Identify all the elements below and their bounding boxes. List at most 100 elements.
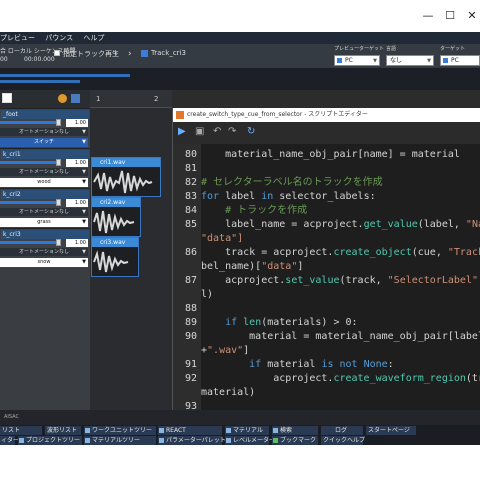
time-ruler: 1 2 <box>90 90 172 108</box>
chevron-down-icon: ▼ <box>82 179 86 185</box>
automation-select[interactable]: オートメーションなし ▼ <box>0 248 88 256</box>
menu-help[interactable]: ヘルプ <box>83 34 104 42</box>
maximize-icon[interactable]: ☐ <box>442 8 458 24</box>
tab-bookmark[interactable]: ブックマーク <box>272 436 318 445</box>
language-select[interactable]: なし ▼ <box>386 55 434 66</box>
track-list-header <box>0 90 90 108</box>
tab-log[interactable]: ログ <box>321 426 363 435</box>
tab-level-meter[interactable]: レベルメーター <box>225 436 275 445</box>
tab-list[interactable]: リスト <box>0 426 42 435</box>
line-number: 87 <box>184 275 197 286</box>
playback-checkbox[interactable] <box>54 50 60 56</box>
track-item[interactable]: k_cri1 1.00 オートメーションなし ▼ wood ▼ <box>0 148 90 188</box>
record-icon[interactable] <box>58 94 67 103</box>
tab-start-page[interactable]: スタートページ <box>366 426 416 435</box>
marker-icon[interactable] <box>71 94 80 103</box>
line-number: 91 <box>184 359 197 370</box>
volume-value[interactable]: 1.00 <box>66 119 88 127</box>
next-track-icon[interactable]: › <box>128 49 132 59</box>
line-number: 83 <box>184 191 197 202</box>
code-line: material = material_name_obj_pair[label_… <box>249 331 480 342</box>
overview-bar <box>0 80 80 83</box>
volume-slider[interactable] <box>0 241 60 244</box>
tab-quick-help[interactable]: クイックヘルプ <box>321 436 365 445</box>
ruler-mark: 1 <box>96 95 101 103</box>
volume-slider[interactable] <box>0 121 60 124</box>
tab-material-tree[interactable]: マテリアルツリー <box>84 436 156 445</box>
script-editor: create_switch_type_cue_from_selector - ス… <box>172 108 480 440</box>
automation-select[interactable]: オートメーションなし ▼ <box>0 128 88 136</box>
volume-knob[interactable] <box>56 159 61 166</box>
waveform-clip[interactable]: cri2.wav <box>91 197 141 237</box>
selector-select[interactable]: snow ▼ <box>0 258 88 267</box>
app-window: — ☐ ✕ プレビュー パウンス ヘルプ 合 ローカル シーケンス時間 00 0… <box>0 0 480 480</box>
volume-knob[interactable] <box>56 199 61 206</box>
track-item[interactable]: k_cri3 1.00 オートメーションなし ▼ snow ▼ <box>0 228 90 268</box>
code-line: "data"] <box>201 233 244 244</box>
tab-parameter-palette[interactable]: パラメーターパレット <box>158 436 226 445</box>
volume-slider[interactable] <box>0 161 60 164</box>
track-item[interactable]: _foot 1.00 オートメーションなし ▼ スイッチ ▼ <box>0 108 90 148</box>
reload-icon[interactable]: ↻ <box>247 126 255 137</box>
chevron-down-icon: ▼ <box>82 169 86 175</box>
run-icon[interactable]: ▶ <box>178 126 186 137</box>
selector-select[interactable]: grass ▼ <box>0 218 88 227</box>
track-name: k_cri2 <box>1 190 89 199</box>
target-select[interactable]: PC <box>440 55 480 66</box>
undo-icon[interactable]: ↶ <box>213 126 221 137</box>
preview-target-select[interactable]: PC ▼ <box>334 55 380 66</box>
track-item[interactable]: k_cri2 1.00 オートメーションなし ▼ grass ▼ <box>0 188 90 228</box>
line-number: 86 <box>184 247 197 258</box>
volume-value[interactable]: 1.00 <box>66 159 88 167</box>
code-line: label_name = acproject.get_value(label, … <box>201 219 480 230</box>
volume-slider[interactable] <box>0 201 60 204</box>
language-label: 言語 <box>386 46 397 52</box>
tab-search[interactable]: 検索 <box>272 426 318 435</box>
chevron-down-icon: ▼ <box>373 58 377 64</box>
code-line: track = acproject.create_object(cue, "Tr… <box>201 247 480 258</box>
automation-select[interactable]: オートメーションなし ▼ <box>0 168 88 176</box>
menu-bounce[interactable]: パウンス <box>45 34 73 42</box>
cursor-tool-icon[interactable] <box>2 93 12 103</box>
ruler-mark: 2 <box>154 95 159 103</box>
waveform-clip[interactable]: cri3.wav <box>91 237 139 277</box>
tab-editor[interactable]: ィター <box>0 436 19 445</box>
timeline[interactable]: 1 2 cri1.wav cri2.wav cri3.wav <box>90 90 172 410</box>
playback-label: 指定トラック再生 <box>63 50 119 58</box>
selector-select[interactable]: wood ▼ <box>0 178 88 187</box>
menu-preview[interactable]: プレビュー <box>0 34 35 42</box>
prev-track-icon[interactable]: ‹ <box>114 49 118 59</box>
chevron-down-icon: ▼ <box>82 129 86 135</box>
waveform-clip[interactable]: cri1.wav <box>91 157 161 197</box>
tab-waveform-list[interactable]: 波形リスト <box>45 426 81 435</box>
volume-value[interactable]: 1.00 <box>66 199 88 207</box>
code-line: material_name_obj_pair[name] = material <box>201 149 460 160</box>
chevron-down-icon: ▼ <box>82 139 86 145</box>
save-icon[interactable]: ▣ <box>195 126 204 137</box>
line-number: 81 <box>184 163 197 174</box>
code-area[interactable]: material_name_obj_pair[name] = material … <box>201 144 480 410</box>
volume-value[interactable]: 1.00 <box>66 239 88 247</box>
line-number: 80 <box>184 149 197 160</box>
line-number-gutter: 80 81 82 83 84 85 86 87 88 89 90 91 92 9… <box>173 144 201 440</box>
pc-icon <box>443 58 448 63</box>
tab-react[interactable]: REACT <box>158 426 222 435</box>
track-name: _foot <box>1 110 89 119</box>
volume-knob[interactable] <box>56 239 61 246</box>
bookmark-icon <box>273 438 278 443</box>
redo-icon[interactable]: ↷ <box>228 126 236 137</box>
tab-project-tree[interactable]: プロジェクトツリー <box>18 436 82 445</box>
script-editor-toolbar: ▶ ▣ ↶ ↷ ↻ <box>173 122 480 144</box>
tab-material[interactable]: マテリアル <box>225 426 269 435</box>
code-line: if len(materials) > 0: <box>201 317 358 328</box>
preview-target-label: プレビューターゲット <box>334 46 385 52</box>
automation-select[interactable]: オートメーションなし ▼ <box>0 208 88 216</box>
volume-knob[interactable] <box>56 119 61 126</box>
minimize-icon[interactable]: — <box>420 8 436 24</box>
tab-workunit-tree[interactable]: ワークユニットツリー <box>84 426 156 435</box>
close-icon[interactable]: ✕ <box>464 8 480 24</box>
selector-select[interactable]: スイッチ ▼ <box>0 138 88 147</box>
title-bar: — ☐ ✕ <box>0 0 480 32</box>
search-icon <box>273 428 278 433</box>
